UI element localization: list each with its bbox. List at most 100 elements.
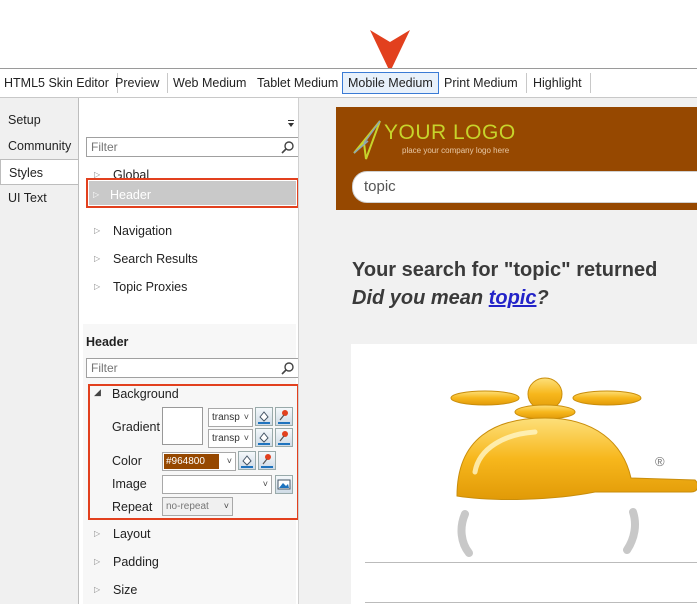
collapse-triangle-icon[interactable]: ◢ (94, 387, 101, 398)
repeat-label: Repeat (112, 500, 153, 514)
gradient-color2-dropdown[interactable]: transp ˅ (208, 429, 253, 448)
logo-mark-icon (353, 120, 381, 160)
color-dropdown[interactable]: #964800 ˅ (162, 452, 236, 471)
gradient-preview-swatch[interactable] (162, 407, 203, 445)
pick-color-button[interactable] (258, 451, 276, 470)
pick-color-button[interactable] (275, 428, 293, 447)
tab-highlight[interactable]: Highlight (533, 73, 591, 93)
group-size[interactable]: ▷ Size (86, 578, 299, 602)
repeat-dropdown[interactable]: no-repeat ˅ (162, 497, 233, 516)
tab-print-medium[interactable]: Print Medium (444, 73, 527, 93)
color-label: Color (112, 454, 142, 468)
chevron-down-icon: ˅ (262, 479, 268, 489)
search-result-heading: Your search for "topic" returned (352, 259, 658, 281)
gradient-label: Gradient (112, 420, 160, 434)
skin-editor-window: HTML5 Skin Editor Preview Web Medium Tab… (0, 68, 697, 604)
expand-triangle-icon[interactable]: ▷ (94, 578, 100, 602)
preview-card: ® (351, 344, 697, 604)
tree-item-navigation[interactable]: ▷ Navigation (86, 219, 299, 243)
tree-item-label: Navigation (113, 224, 173, 238)
pushpin-icon (261, 454, 273, 468)
properties-filter-field[interactable] (86, 358, 299, 378)
registered-mark: ® (655, 454, 665, 469)
preview-search-value: topic (364, 178, 396, 195)
image-label: Image (112, 477, 147, 491)
tree-filter-field[interactable] (86, 137, 299, 157)
group-label: Size (113, 583, 138, 597)
properties-section-title: Header (86, 335, 129, 349)
dropdown-value: transp (212, 412, 240, 423)
tab-html5-skin-editor[interactable]: HTML5 Skin Editor (4, 73, 118, 93)
expand-triangle-icon[interactable]: ▷ (94, 550, 100, 574)
expand-triangle-icon[interactable]: ▷ (93, 183, 99, 207)
tree-item-header[interactable]: ▷ Header (86, 178, 299, 208)
dropdown-value: transp (212, 433, 240, 444)
expand-triangle-icon[interactable]: ▷ (94, 219, 100, 243)
group-layout[interactable]: ▷ Layout (86, 522, 299, 546)
paint-bucket-icon (258, 411, 270, 424)
tree-filter-input[interactable] (91, 140, 271, 154)
fill-bucket-button[interactable] (255, 428, 273, 447)
properties-filter-input[interactable] (91, 361, 271, 375)
panel-menu-icon[interactable] (287, 120, 295, 128)
fill-bucket-button[interactable] (255, 407, 273, 426)
chevron-down-icon: ˅ (226, 456, 232, 466)
styles-panel: ▷ Global ▷ Header ▷ Navigation ▷ Sear (78, 98, 299, 604)
group-label: Padding (113, 555, 159, 569)
left-tab-community[interactable]: Community (0, 133, 77, 159)
mobile-preview-pane: YOUR LOGO place your company logo here t… (298, 98, 697, 604)
mascot-illustration-icon: ® (450, 377, 697, 557)
editor-body: Setup Community Styles UI Text Filter ▷ … (0, 98, 697, 604)
top-tab-bar: HTML5 Skin Editor Preview Web Medium Tab… (0, 69, 697, 98)
chevron-down-icon: ˅ (243, 433, 249, 443)
style-tree: ▷ Global ▷ Header ▷ Navigation ▷ Sear (83, 98, 299, 324)
expand-triangle-icon[interactable]: ▷ (94, 275, 100, 299)
suggestion-link[interactable]: topic (489, 287, 537, 309)
gradient-color1-dropdown[interactable]: transp ˅ (208, 408, 253, 427)
left-tab-strip: Setup Community Styles UI Text (0, 98, 79, 604)
paint-bucket-icon (241, 455, 253, 468)
tab-tablet-medium[interactable]: Tablet Medium (257, 73, 348, 93)
did-you-mean-line: Did you mean topic? (352, 287, 549, 310)
card-divider (365, 562, 697, 563)
image-icon (277, 479, 291, 490)
pushpin-icon (278, 410, 290, 424)
paint-bucket-icon (258, 432, 270, 445)
group-padding[interactable]: ▷ Padding (86, 550, 299, 574)
tab-mobile-medium[interactable]: Mobile Medium (342, 72, 439, 94)
tree-item-topic-proxies[interactable]: ▷ Topic Proxies (86, 275, 299, 299)
browse-image-button[interactable] (275, 475, 293, 494)
group-label: Layout (113, 527, 151, 541)
did-you-mean-text: Did you mean (352, 287, 489, 309)
left-tab-styles[interactable]: Styles (0, 159, 79, 185)
left-tab-setup[interactable]: Setup (0, 107, 77, 133)
left-tab-ui-text[interactable]: UI Text (0, 185, 77, 211)
tree-item-search-results[interactable]: ▷ Search Results (86, 247, 299, 271)
styles-panel-inner: ▷ Global ▷ Header ▷ Navigation ▷ Sear (83, 98, 299, 604)
fill-bucket-button[interactable] (238, 451, 256, 470)
expand-triangle-icon[interactable]: ▷ (94, 247, 100, 271)
tree-item-label: Search Results (113, 252, 198, 266)
tree-item-label: Header (110, 188, 151, 202)
preview-search-field[interactable]: topic (352, 171, 697, 203)
preview-header: YOUR LOGO place your company logo here t… (336, 107, 697, 210)
pick-color-button[interactable] (275, 407, 293, 426)
tab-preview[interactable]: Preview (115, 73, 169, 93)
expand-triangle-icon[interactable]: ▷ (94, 522, 100, 546)
dropdown-value: no-repeat (166, 501, 209, 512)
logo-text: YOUR LOGO (384, 121, 516, 144)
search-icon[interactable] (281, 362, 294, 375)
background-properties-group: ◢ Background Gradient transp˅ transp˅ (88, 384, 299, 520)
tab-web-medium[interactable]: Web Medium (173, 73, 246, 93)
chevron-down-icon: ˅ (223, 501, 229, 511)
pushpin-icon (278, 431, 290, 445)
logo-subtitle: place your company logo here (402, 146, 510, 155)
tree-item-label: Topic Proxies (113, 280, 188, 294)
background-group-label: Background (112, 387, 179, 401)
chevron-down-icon: ˅ (243, 412, 249, 422)
question-mark: ? (536, 287, 549, 309)
image-dropdown[interactable]: ˅ (162, 475, 272, 494)
search-icon[interactable] (281, 141, 294, 154)
preview-canvas: YOUR LOGO place your company logo here t… (299, 98, 697, 604)
color-value-swatch: #964800 (164, 454, 219, 469)
